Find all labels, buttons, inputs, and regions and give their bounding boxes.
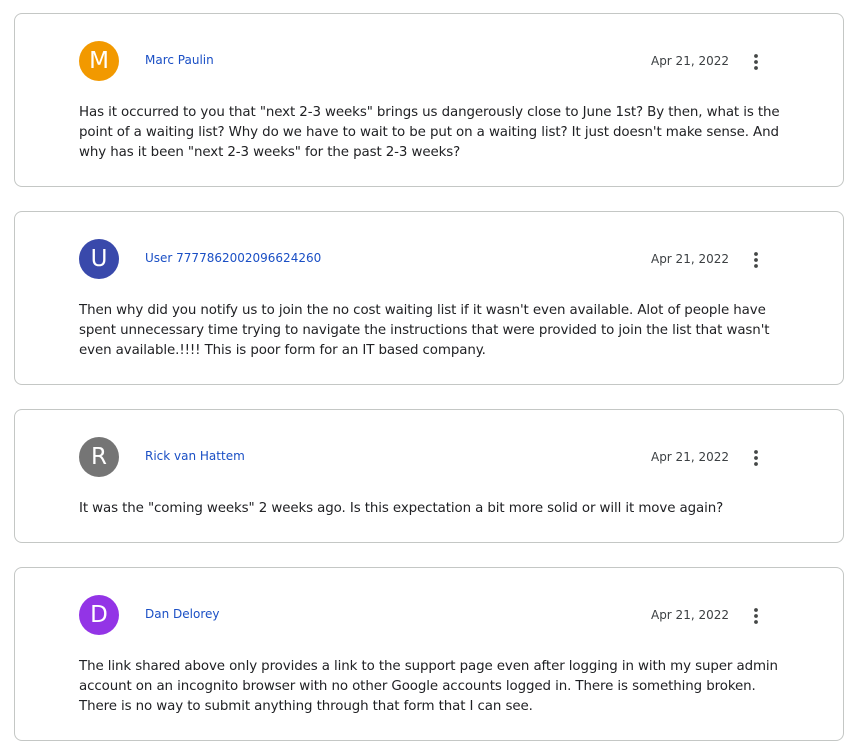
comment-text: Then why did you notify us to join the n… (79, 303, 770, 358)
comment-text: It was the "coming weeks" 2 weeks ago. I… (79, 501, 724, 516)
author-name-link[interactable]: Rick van Hattem (145, 448, 245, 464)
comment-card: D Dan Delorey Apr 21, 2022 The link shar… (14, 567, 844, 741)
more-options-button[interactable] (741, 47, 771, 77)
comment-date: Apr 21, 2022 (650, 54, 729, 68)
author-name-link[interactable]: Marc Paulin (145, 52, 214, 68)
comment-card: M Marc Paulin Apr 21, 2022 Has it occurr… (14, 13, 844, 187)
comment-date: Apr 21, 2022 (650, 252, 729, 266)
comment-date: Apr 21, 2022 (650, 608, 729, 622)
avatar[interactable]: M (79, 41, 119, 81)
author-name-link[interactable]: Dan Delorey (145, 606, 219, 622)
comment-card: R Rick van Hattem Apr 21, 2022 It was th… (14, 409, 844, 543)
avatar[interactable]: R (79, 437, 119, 477)
comment-text: Has it occurred to you that "next 2-3 we… (79, 105, 780, 160)
more-vertical-icon (754, 252, 758, 268)
more-vertical-icon (754, 54, 758, 70)
more-options-button[interactable] (741, 601, 771, 631)
avatar[interactable]: U (79, 239, 119, 279)
author-name-link[interactable]: User 7777862002096624260 (145, 250, 321, 266)
comment-date: Apr 21, 2022 (650, 450, 729, 464)
avatar[interactable]: D (79, 595, 119, 635)
comment-text: The link shared above only provides a li… (79, 659, 778, 714)
comment-card: U User 7777862002096624260 Apr 21, 2022 … (14, 211, 844, 385)
more-options-button[interactable] (741, 245, 771, 275)
more-vertical-icon (754, 450, 758, 466)
more-options-button[interactable] (741, 443, 771, 473)
more-vertical-icon (754, 608, 758, 624)
